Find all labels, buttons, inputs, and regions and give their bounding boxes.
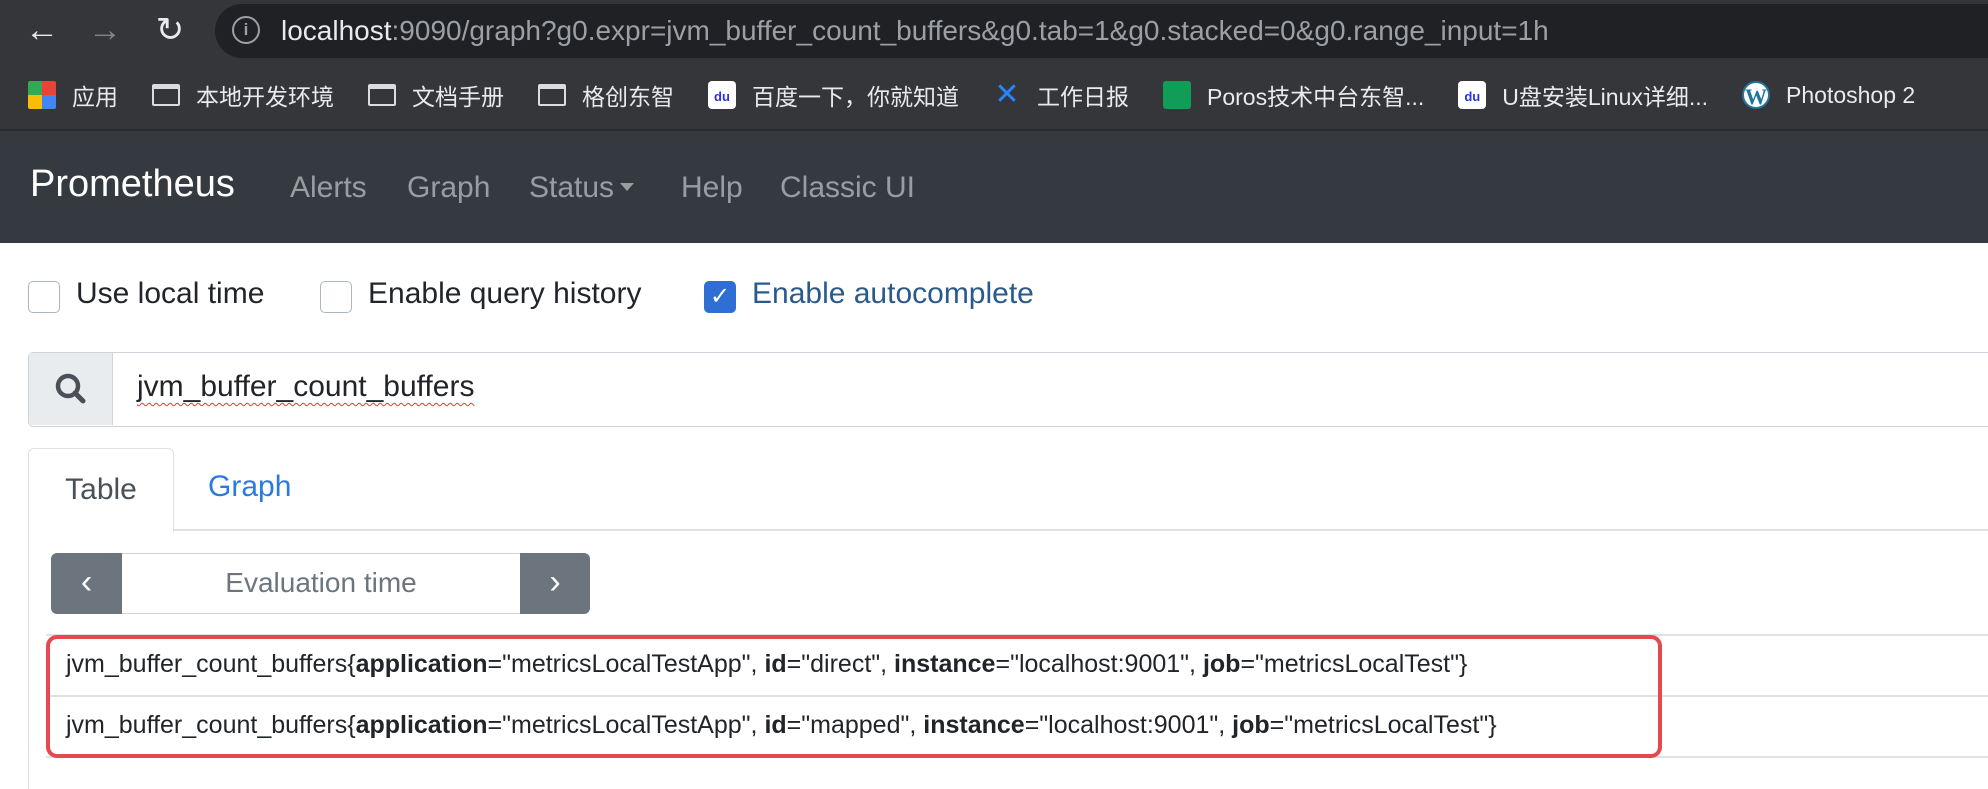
bookmark-poros[interactable]: Poros技术中台东智... <box>1163 78 1424 112</box>
bookmark-folder[interactable]: 文档手册 <box>368 78 504 112</box>
expression-input-group: jvm_buffer_count_buffers <box>28 352 1988 427</box>
bookmark-label: Poros技术中台东智... <box>1207 84 1425 110</box>
confluence-icon: ✕ <box>994 78 1020 111</box>
folder-icon <box>538 84 566 106</box>
bookmark-usb-linux[interactable]: du U盘安装Linux详细... <box>1458 78 1708 112</box>
forward-icon[interactable]: → <box>83 8 127 52</box>
baidu-icon: du <box>708 81 736 109</box>
nav-status-label: Status <box>529 171 615 204</box>
bookmark-label: 百度一下，你就知道 <box>752 84 959 110</box>
enable-query-history-checkbox[interactable] <box>320 281 352 313</box>
tab-table[interactable]: Table <box>28 448 174 532</box>
nav-alerts[interactable]: Alerts <box>290 171 367 205</box>
sheets-icon <box>1163 81 1191 109</box>
folder-icon <box>368 84 396 106</box>
bookmark-label: U盘安装Linux详细... <box>1502 84 1709 110</box>
eval-time-prev-button[interactable]: ‹ <box>51 553 122 614</box>
bookmark-baidu[interactable]: du 百度一下，你就知道 <box>708 78 959 112</box>
url-host: localhost <box>281 15 392 46</box>
bookmark-label: 文档手册 <box>412 84 504 110</box>
url-path: :9090/graph?g0.expr=jvm_buffer_count_buf… <box>391 15 1549 46</box>
apps-grid-icon <box>28 81 56 109</box>
reload-icon[interactable]: ↻ <box>148 8 192 52</box>
baidu-icon: du <box>1458 81 1487 109</box>
use-local-time-checkbox[interactable] <box>28 281 60 313</box>
address-bar[interactable]: localhost:9090/graph?g0.expr=jvm_buffer_… <box>215 4 1988 58</box>
wordpress-icon: W <box>1742 81 1771 109</box>
expression-input[interactable]: jvm_buffer_count_buffers <box>137 370 474 404</box>
check-icon: ✓ <box>709 283 731 310</box>
enable-query-history-label[interactable]: Enable query history <box>368 277 642 311</box>
bookmark-apps[interactable]: 应用 <box>28 78 118 112</box>
bookmark-label: 格创东智 <box>582 84 674 110</box>
nav-help[interactable]: Help <box>681 171 743 205</box>
bookmark-daily-report[interactable]: ✕ 工作日报 <box>993 78 1129 112</box>
caret-down-icon <box>620 183 635 192</box>
brand-link[interactable]: Prometheus <box>30 163 235 206</box>
use-local-time-label[interactable]: Use local time <box>76 277 264 311</box>
eval-time-next-button[interactable]: › <box>520 553 590 614</box>
evaluation-time-input[interactable]: Evaluation time <box>122 553 520 614</box>
highlight-annotation-box <box>46 635 1662 758</box>
bookmarks-bar: 应用 本地开发环境 文档手册 格创东智 du 百度一下，你就知道 ✕ 工作日报 Po… <box>0 62 1988 128</box>
bookmark-label: 应用 <box>72 84 118 110</box>
info-icon[interactable]: i <box>232 16 260 44</box>
bookmark-photoshop[interactable]: W Photoshop 2 <box>1742 81 1915 109</box>
nav-status[interactable]: Status <box>529 171 635 205</box>
back-icon[interactable]: ← <box>20 8 64 52</box>
folder-icon <box>152 84 180 106</box>
chevron-right-icon: › <box>549 563 561 601</box>
bookmark-folder[interactable]: 格创东智 <box>538 78 674 112</box>
bookmark-label: 本地开发环境 <box>196 84 334 110</box>
nav-graph[interactable]: Graph <box>407 171 490 205</box>
bookmark-label: Photoshop 2 <box>1786 81 1916 108</box>
tab-divider <box>28 529 1988 531</box>
search-icon <box>29 353 113 425</box>
enable-autocomplete-checkbox[interactable]: ✓ <box>704 281 736 313</box>
enable-autocomplete-label[interactable]: Enable autocomplete <box>752 277 1034 311</box>
bookmark-label: 工作日报 <box>1037 84 1129 110</box>
tab-graph[interactable]: Graph <box>208 470 291 504</box>
chevron-left-icon: ‹ <box>80 563 93 601</box>
nav-classic-ui[interactable]: Classic UI <box>780 171 915 205</box>
bookmark-folder[interactable]: 本地开发环境 <box>152 78 334 112</box>
navbar: Prometheus Alerts Graph Status Help Clas… <box>0 129 1988 243</box>
